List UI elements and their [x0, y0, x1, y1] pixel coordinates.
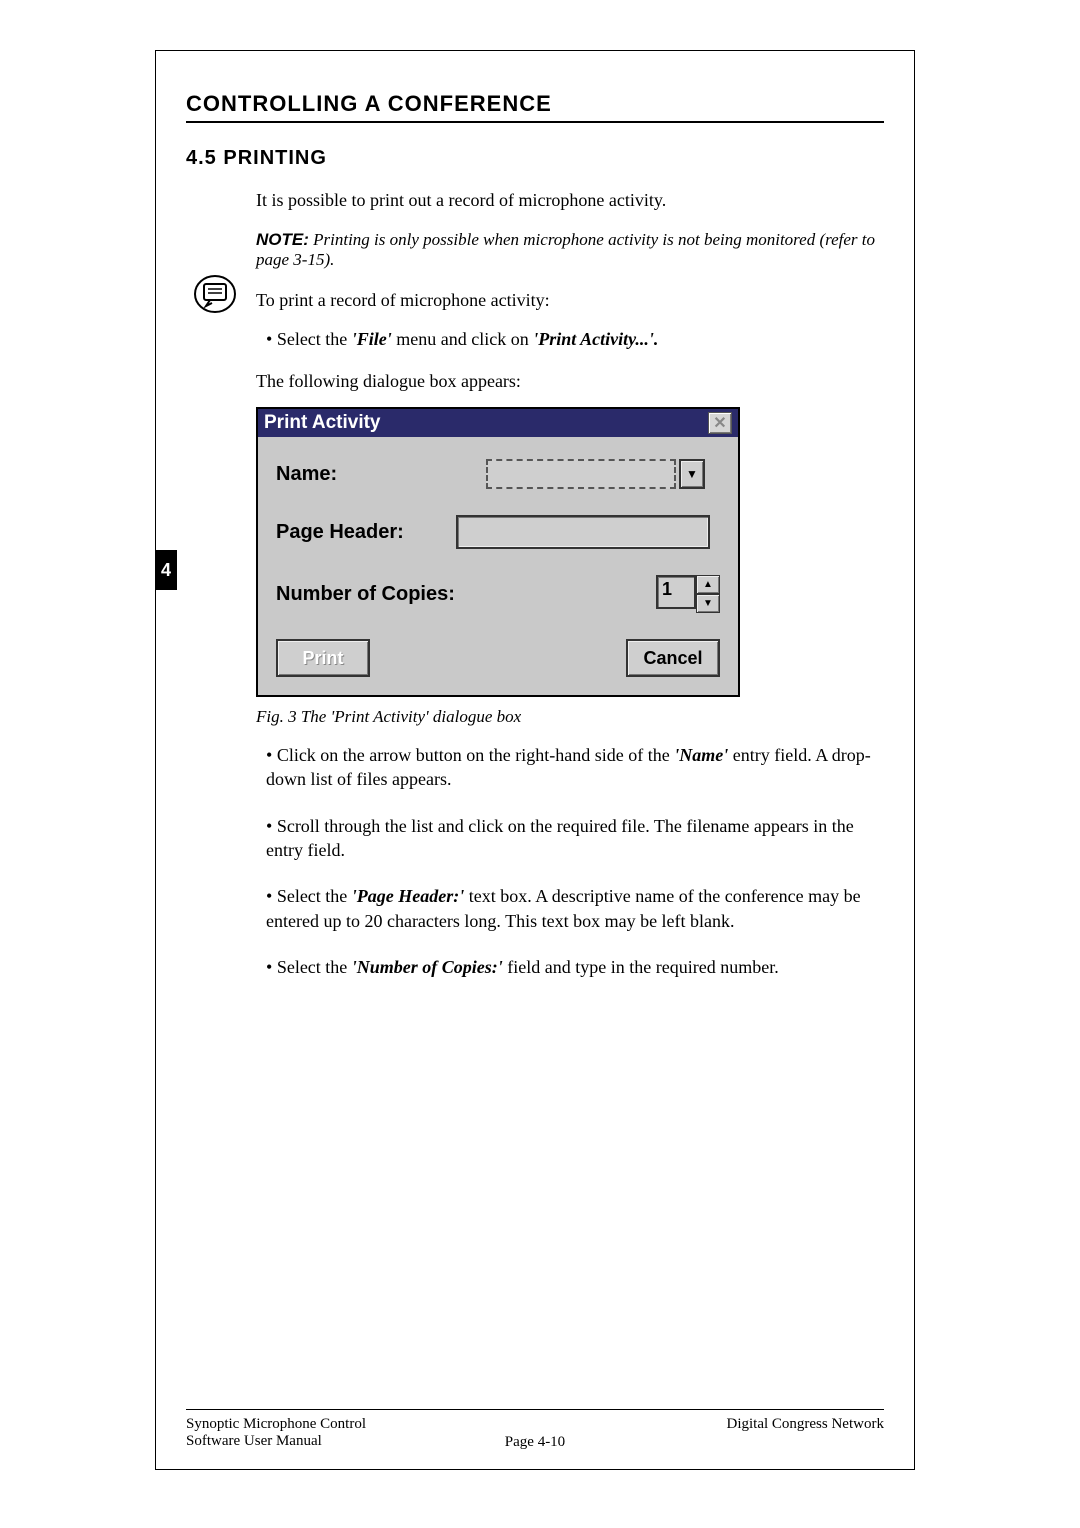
copies-label: Number of Copies: [276, 583, 516, 606]
chevron-up-icon: ▲ [703, 579, 713, 590]
note-icon [194, 273, 236, 315]
name-input[interactable] [486, 459, 676, 489]
bullet-scroll-list: Scroll through the list and click on the… [266, 814, 884, 863]
note-text: Printing is only possible when microphon… [256, 230, 875, 269]
print-button[interactable]: Print [276, 639, 370, 677]
note-label: NOTE: [256, 230, 309, 249]
heading-controlling: CONTROLLING A CONFERENCE [186, 91, 884, 123]
chevron-down-icon: ▼ [686, 467, 698, 481]
note-block: NOTE: Printing is only possible when mic… [256, 230, 884, 270]
copies-input[interactable]: 1 [656, 575, 696, 609]
dialog-title: Print Activity [264, 412, 381, 434]
heading-printing: 4.5 PRINTING [186, 147, 884, 170]
spin-up-button[interactable]: ▲ [696, 575, 720, 594]
footer-left-1: Synoptic Microphone Control [186, 1416, 465, 1433]
spin-down-button[interactable]: ▼ [696, 594, 720, 613]
bullet-click-arrow: Click on the arrow button on the right-h… [266, 743, 884, 792]
dialog-titlebar: Print Activity ✕ [258, 409, 738, 437]
bullet-page-header: Select the 'Page Header:' text box. A de… [266, 884, 884, 933]
name-label: Name: [276, 463, 486, 486]
bullet-num-copies: Select the 'Number of Copies:' field and… [266, 955, 884, 979]
page-header-label: Page Header: [276, 521, 456, 544]
footer-left-2: Software User Manual [186, 1433, 465, 1450]
bullet-select-file: Select the 'File' menu and click on 'Pri… [266, 327, 884, 351]
cancel-button[interactable]: Cancel [626, 639, 720, 677]
intro-text: It is possible to print out a record of … [256, 188, 884, 212]
name-dropdown-button[interactable]: ▼ [679, 459, 705, 489]
footer-page-number: Page 4-10 [465, 1416, 605, 1451]
para-toprint: To print a record of microphone activity… [256, 288, 884, 312]
print-activity-dialog: Print Activity ✕ Name: ▼ Pag [256, 407, 740, 697]
para-dialog-appears: The following dialogue box appears: [256, 369, 884, 393]
page-header-input[interactable] [456, 515, 710, 549]
chevron-down-icon: ▼ [703, 598, 713, 609]
close-icon[interactable]: ✕ [708, 412, 732, 434]
figure-caption: Fig. 3 The 'Print Activity' dialogue box [256, 707, 884, 727]
page-footer: Synoptic Microphone Control Software Use… [186, 1409, 884, 1451]
page-frame: CONTROLLING A CONFERENCE 4.5 PRINTING It… [155, 50, 915, 1470]
footer-right: Digital Congress Network [605, 1416, 884, 1451]
